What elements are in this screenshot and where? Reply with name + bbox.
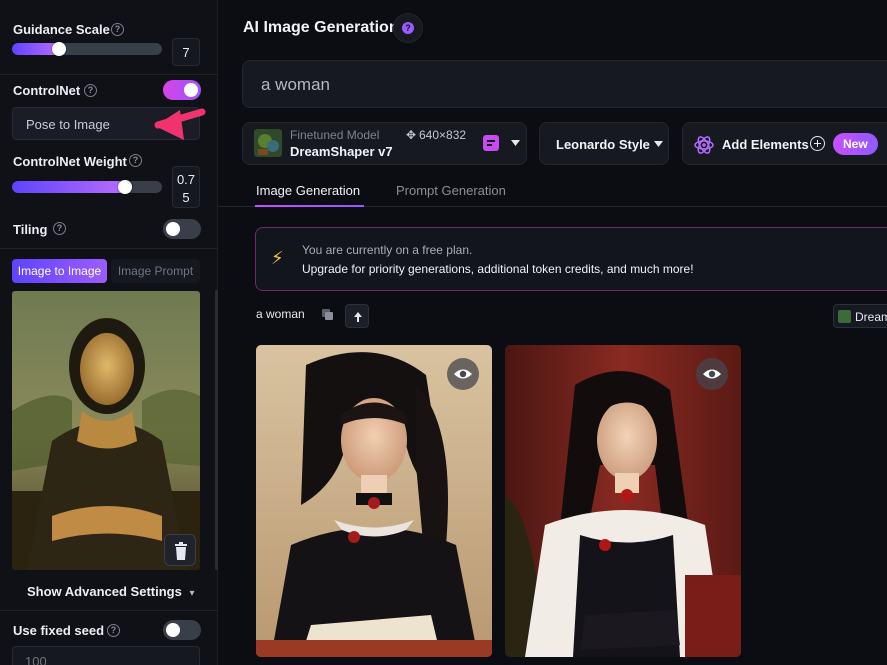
generation-model-chip[interactable]: Dream [833, 304, 887, 328]
eye-icon [703, 369, 721, 379]
page-help-button[interactable]: ? [393, 13, 423, 43]
divider [0, 248, 218, 249]
atom-icon [694, 136, 714, 154]
help-icon: ? [402, 22, 414, 34]
generation-model-name: Dream [855, 310, 887, 324]
divider [0, 610, 218, 611]
controlnet-label: ControlNet [13, 83, 81, 98]
active-tab-indicator [255, 205, 364, 207]
seed-input[interactable] [12, 646, 200, 665]
generation-prompt: a woman [256, 307, 305, 321]
style-selector[interactable]: Leonardo Style [539, 122, 669, 165]
show-advanced-settings-button[interactable]: Show Advanced Settings ▾ [27, 584, 194, 599]
annotation-arrow-icon [154, 108, 206, 140]
tab-image-generation[interactable]: Image Generation [256, 183, 360, 198]
trash-icon [175, 542, 187, 560]
eye-icon [454, 369, 472, 379]
chevron-down-icon [654, 141, 663, 147]
fixed-seed-label: Use fixed seed [13, 623, 105, 638]
tab-prompt-generation[interactable]: Prompt Generation [396, 183, 506, 198]
fixed-seed-toggle-knob [166, 623, 180, 637]
tiling-help-icon[interactable]: ? [53, 222, 66, 235]
new-badge: New [833, 133, 878, 155]
generated-image-2[interactable] [505, 345, 741, 657]
bar [487, 144, 492, 146]
controlnet-weight-help-icon[interactable]: ? [129, 154, 142, 167]
view-image-button[interactable] [696, 358, 728, 390]
copy-prompt-button[interactable] [322, 308, 334, 326]
controlnet-toggle-knob [184, 83, 198, 97]
move-icon: ✥ [406, 128, 417, 142]
banner-line2: Upgrade for priority generations, additi… [302, 262, 694, 276]
plus-circle-icon [810, 136, 825, 151]
chevron-down-icon: ▾ [189, 588, 195, 599]
model-thumbnail-icon [838, 310, 851, 323]
guidance-scale-label: Guidance Scale [13, 22, 110, 37]
fixed-seed-toggle[interactable] [163, 620, 201, 640]
copy-icon [322, 309, 333, 320]
view-image-button[interactable] [447, 358, 479, 390]
model-settings-icon[interactable] [483, 135, 499, 151]
controlnet-weight-value-line2: 5 [182, 190, 190, 205]
banner-line1: You are currently on a free plan. [302, 243, 473, 257]
tiling-toggle-knob [166, 222, 180, 236]
add-elements-label: Add Elements [722, 137, 809, 152]
lightning-icon: ⚡ [271, 248, 284, 268]
mona-lisa-image [12, 291, 200, 570]
guidance-scale-knob[interactable] [52, 42, 66, 56]
model-selector[interactable]: Finetuned Model DreamShaper v7 ✥ 640×832 [242, 122, 527, 165]
guidance-scale-help-icon[interactable]: ? [111, 23, 124, 36]
fixed-seed-help-icon[interactable]: ? [107, 624, 120, 637]
tab-image-to-image[interactable]: Image to Image [12, 259, 107, 283]
controlnet-weight-fill [12, 181, 125, 193]
controlnet-help-icon[interactable]: ? [84, 84, 97, 97]
reuse-prompt-button[interactable] [345, 304, 369, 328]
plus-bar [816, 139, 818, 147]
tiling-label: Tiling [13, 222, 48, 237]
prompt-text: a woman [261, 75, 330, 94]
controlnet-weight-slider[interactable] [12, 181, 162, 193]
controlnet-weight-knob[interactable] [118, 180, 132, 194]
prompt-input[interactable]: a woman [242, 60, 887, 108]
portrait-woman-image [505, 345, 741, 657]
divider [0, 74, 218, 75]
controlnet-weight-value-line1: 0.7 [176, 172, 196, 187]
portrait-woman-image [256, 345, 492, 657]
main-panel: AI Image Generation ? a woman Finetuned … [218, 0, 887, 665]
tab-image-prompt[interactable]: Image Prompt [111, 259, 200, 283]
add-elements-button[interactable]: Add Elements New [682, 122, 887, 165]
generated-image-1[interactable] [256, 345, 492, 657]
controlnet-weight-label: ControlNet Weight [13, 154, 127, 169]
model-size: 640×832 [419, 128, 467, 142]
style-label: Leonardo Style [556, 137, 650, 152]
guidance-scale-value[interactable]: 7 [172, 38, 200, 66]
model-category: Finetuned Model [290, 128, 380, 142]
model-name: DreamShaper v7 [290, 144, 393, 159]
init-image-preview [12, 291, 200, 570]
page-title: AI Image Generation [243, 19, 399, 36]
controlnet-weight-value[interactable]: 0.7 5 [172, 166, 200, 208]
model-thumbnail-icon [254, 129, 282, 157]
free-plan-banner[interactable]: ⚡ You are currently on a free plan. Upgr… [255, 227, 887, 291]
advanced-settings-label: Show Advanced Settings [27, 584, 182, 599]
guidance-scale-slider[interactable] [12, 43, 162, 55]
bar [487, 140, 495, 142]
tiling-toggle[interactable] [163, 219, 201, 239]
arrow-up-icon [354, 312, 362, 322]
chevron-down-icon [511, 140, 520, 146]
controlnet-toggle[interactable] [163, 80, 201, 100]
delete-image-button[interactable] [164, 534, 196, 566]
